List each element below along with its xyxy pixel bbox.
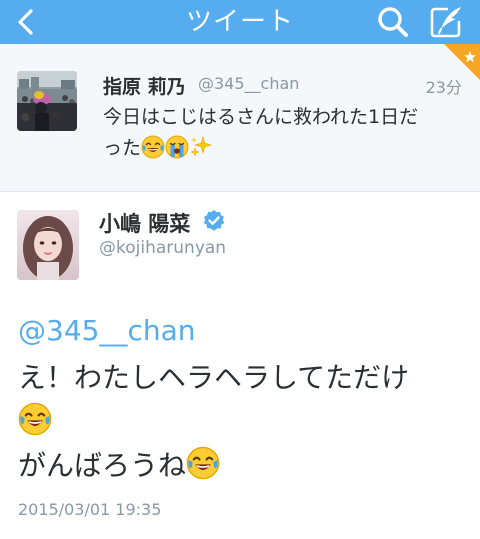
sparkles-icon	[190, 135, 213, 157]
main-text-line-2	[18, 400, 468, 444]
face-with-tears-of-joy-icon	[141, 135, 165, 159]
parent-author-name[interactable]: 指原 莉乃	[103, 72, 186, 99]
parent-text-line-1: 今日はこじはるさんに救われた1日だ	[103, 106, 419, 128]
search-button[interactable]	[371, 0, 415, 44]
search-icon	[378, 7, 408, 37]
face-with-tears-of-joy-icon	[186, 446, 220, 480]
main-text-line-3-text: がんばろうね	[18, 449, 187, 482]
main-author-name[interactable]: 小嶋 陽菜	[99, 208, 190, 238]
parent-text-line-2-text: った	[103, 137, 142, 159]
main-author-handle[interactable]: @kojiharunyan	[99, 238, 226, 258]
tweet-timestamp: 2015/03/01 19:35	[18, 500, 162, 519]
loudly-crying-face-icon	[165, 135, 189, 159]
parent-tweet-text: 今日はこじはるさんに救われた1日だ った	[103, 102, 453, 164]
main-text-line-1: え！わたしヘラヘラしてただけ	[18, 361, 410, 394]
avatar-photo	[17, 71, 77, 131]
face-with-tears-of-joy-icon	[18, 402, 52, 436]
main-avatar[interactable]	[17, 210, 79, 280]
main-tweet-text: え！わたしヘラヘラしてただけ がんばろうね	[18, 356, 468, 488]
compose-tweet-icon	[430, 7, 461, 38]
avatar-photo	[17, 210, 79, 280]
compose-tweet-button[interactable]	[422, 0, 470, 44]
main-text-line-3: がんばろうね	[18, 444, 468, 488]
verified-badge-icon	[203, 210, 225, 231]
top-bar: ツイート	[0, 0, 480, 44]
parent-timestamp: 23分	[425, 78, 462, 97]
parent-tweet[interactable]: 指原 莉乃 @345__chan 23分 今日はこじはるさんに救われた1日だ っ…	[0, 44, 480, 192]
parent-author-handle[interactable]: @345__chan	[198, 74, 299, 93]
parent-text-line-2: った	[103, 133, 453, 164]
parent-avatar[interactable]	[17, 71, 77, 131]
mention-link[interactable]: @345__chan	[18, 314, 196, 347]
